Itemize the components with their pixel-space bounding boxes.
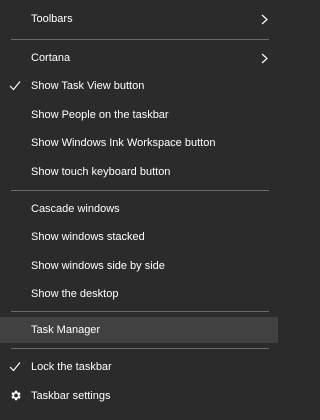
menu-item-label: Toolbars [31, 13, 73, 25]
menu-item-toolbars[interactable]: Toolbars [0, 6, 278, 32]
menu-item-show-desktop[interactable]: Show the desktop [0, 281, 278, 307]
chevron-right-icon [261, 14, 268, 25]
menu-item-cortana[interactable]: Cortana [0, 45, 278, 71]
menu-item-show-windows-stacked[interactable]: Show windows stacked [0, 224, 278, 250]
gear-icon [11, 390, 21, 401]
menu-item-show-task-view-button[interactable]: Show Task View button [0, 73, 278, 99]
menu-item-task-manager[interactable]: Task Manager [0, 317, 278, 343]
menu-item-label: Show touch keyboard button [31, 166, 171, 178]
checkmark-icon [9, 81, 21, 91]
menu-separator [11, 39, 269, 40]
taskbar-context-menu: Toolbars Cortana Show Task View button S… [0, 0, 278, 420]
checkmark-icon [9, 362, 21, 372]
menu-item-show-touch-keyboard[interactable]: Show touch keyboard button [0, 159, 278, 185]
menu-separator [11, 311, 269, 312]
menu-item-label: Task Manager [31, 324, 101, 336]
menu-item-lock-taskbar[interactable]: Lock the taskbar [0, 354, 278, 380]
menu-item-label: Show windows side by side [31, 260, 165, 272]
menu-item-label: Show the desktop [31, 288, 119, 300]
menu-separator [11, 348, 269, 349]
menu-item-label: Cascade windows [31, 203, 120, 215]
menu-item-show-windows-side-by-side[interactable]: Show windows side by side [0, 253, 278, 279]
menu-item-show-people[interactable]: Show People on the taskbar [0, 102, 278, 128]
menu-item-taskbar-settings[interactable]: Taskbar settings [0, 383, 278, 409]
menu-item-label: Show Windows Ink Workspace button [31, 137, 216, 149]
menu-item-label: Cortana [31, 52, 71, 64]
menu-item-label: Show Task View button [31, 80, 145, 92]
menu-item-label: Lock the taskbar [31, 361, 112, 373]
menu-item-cascade-windows[interactable]: Cascade windows [0, 196, 278, 222]
menu-item-label: Taskbar settings [31, 390, 111, 402]
menu-item-show-ink-workspace[interactable]: Show Windows Ink Workspace button [0, 130, 278, 156]
chevron-right-icon [261, 53, 268, 64]
menu-item-label: Show windows stacked [31, 231, 145, 243]
menu-separator [11, 190, 269, 191]
menu-item-label: Show People on the taskbar [31, 109, 169, 121]
